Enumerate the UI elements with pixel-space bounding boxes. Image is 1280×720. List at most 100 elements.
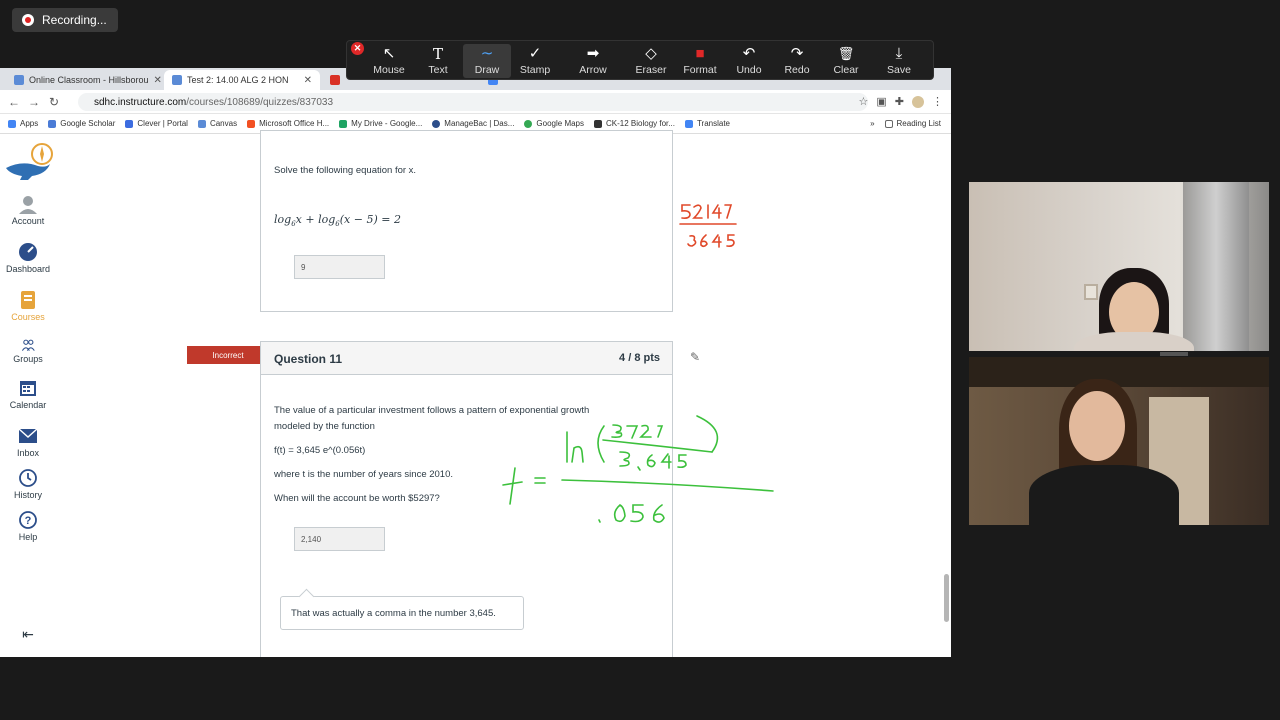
arrow-icon: ➡ xyxy=(586,45,600,62)
participant-shirt xyxy=(1074,332,1194,351)
redo-icon: ↷ xyxy=(790,45,804,62)
groups-icon xyxy=(21,339,35,351)
browser-window: Online Classroom - Hillsborou ✕ Test 2: … xyxy=(0,68,951,657)
tool-mouse[interactable]: ↖ Mouse xyxy=(365,44,413,76)
collapse-nav-icon[interactable]: ⇤ xyxy=(0,626,56,643)
lamp-logo-icon xyxy=(6,143,53,180)
text-icon: T xyxy=(432,45,443,63)
question-11-text-line4: When will the account be worth $5297? xyxy=(274,493,440,504)
question-11-text-line3: where t is the number of years since 201… xyxy=(274,469,454,480)
recording-indicator[interactable]: Recording... xyxy=(12,8,118,32)
checkmark-stamp-icon: ✓ xyxy=(528,45,542,62)
address-bar-actions: ☆ ▣ ✚ ⋮ xyxy=(859,95,943,108)
avatar[interactable] xyxy=(912,95,924,108)
tab-test-2[interactable]: Test 2: 14.00 ALG 2 HON ✕ xyxy=(164,70,320,90)
recording-label: Recording... xyxy=(42,13,107,27)
bookmark-google-maps[interactable]: Google Maps xyxy=(524,119,584,128)
maps-pin-icon xyxy=(524,119,533,128)
question-11-points: 4 / 8 pts xyxy=(619,352,660,364)
tool-redo[interactable]: ↷ Redo xyxy=(773,44,821,76)
dashboard-icon xyxy=(19,243,37,261)
bookmark-ck12[interactable]: CK-12 Biology for... xyxy=(594,119,675,128)
tool-stamp[interactable]: ✓ Stamp xyxy=(511,44,559,76)
svg-text:?: ? xyxy=(25,515,32,527)
incorrect-badge: Incorrect xyxy=(187,346,269,364)
nav-history[interactable]: History xyxy=(0,468,56,500)
question-10-card: Solve the following equation for x. log6… xyxy=(260,130,673,312)
participant-sweater xyxy=(1029,465,1179,525)
question-10-answer: 9 xyxy=(294,255,385,279)
question-10-equation: log6x + log6(x − 5) = 2 xyxy=(274,213,401,229)
translate-icon xyxy=(684,119,693,128)
calendar-icon xyxy=(20,381,36,396)
tool-clear[interactable]: 🗑 Clear xyxy=(822,44,870,76)
bookmark-microsoft-office[interactable]: Microsoft Office H... xyxy=(247,119,329,128)
tool-save[interactable]: ⤓ Save xyxy=(875,44,923,76)
participant-video-1[interactable] xyxy=(969,182,1269,351)
tab-title: Test 2: 14.00 ALG 2 HON xyxy=(187,75,289,85)
tool-eraser[interactable]: ◇ Eraser xyxy=(627,44,675,76)
nav-calendar[interactable]: Calendar xyxy=(0,378,56,410)
trash-icon: 🗑 xyxy=(837,46,855,61)
question-11-text-line2: modeled by the function xyxy=(274,421,375,432)
canvas-favicon-icon xyxy=(172,75,182,85)
gmail-favicon-icon xyxy=(330,75,340,85)
tool-text[interactable]: T Text xyxy=(414,44,462,76)
draw-squiggle-icon: ∼ xyxy=(480,45,494,62)
bookmark-managebac[interactable]: ManageBac | Das... xyxy=(432,119,514,128)
tool-arrow[interactable]: ➡ Arrow xyxy=(569,44,617,76)
nav-inbox[interactable]: Inbox xyxy=(0,426,56,458)
puzzle-icon[interactable]: ✚ xyxy=(895,95,904,108)
back-icon[interactable]: ← xyxy=(4,95,24,109)
video-divider-handle[interactable] xyxy=(1160,352,1188,356)
question-11-header: Question 11 4 / 8 pts xyxy=(260,341,673,375)
reload-icon[interactable]: ↻ xyxy=(44,95,64,109)
nav-dashboard[interactable]: Dashboard xyxy=(0,242,56,274)
bookmark-google-scholar[interactable]: Google Scholar xyxy=(48,119,115,128)
scholar-icon xyxy=(48,119,57,128)
bookmark-apps[interactable]: Apps xyxy=(8,119,38,128)
managebac-icon xyxy=(432,119,441,128)
participant-video-2[interactable] xyxy=(969,357,1269,525)
menu-icon[interactable]: ⋮ xyxy=(932,95,943,108)
canvas-logo[interactable] xyxy=(0,140,56,186)
question-11-text-line1: The value of a particular investment fol… xyxy=(274,405,590,416)
question-11-function: f(t) = 3,645 e^(0.056t) xyxy=(274,445,366,456)
address-bar-row: ← → ↻ sdhc.instructure.com/courses/10868… xyxy=(0,90,951,114)
save-download-icon: ⤓ xyxy=(895,45,903,62)
page-scrollbar[interactable] xyxy=(944,574,949,622)
help-question-icon: ? xyxy=(19,511,37,529)
tab-close-icon[interactable]: ✕ xyxy=(154,75,162,86)
nav-groups[interactable]: Groups xyxy=(0,338,56,364)
nav-courses[interactable]: Courses xyxy=(0,290,56,322)
nav-help[interactable]: ? Help xyxy=(0,510,56,542)
grader-comment: That was actually a comma in the number … xyxy=(280,596,524,630)
forward-icon[interactable]: → xyxy=(24,95,44,109)
star-icon[interactable]: ☆ xyxy=(859,95,869,108)
extension-icon[interactable]: ▣ xyxy=(876,95,886,108)
bookmarks-more[interactable]: » xyxy=(870,119,874,128)
url-field[interactable]: sdhc.instructure.com/courses/108689/quiz… xyxy=(78,93,868,111)
question-10-prompt: Solve the following equation for x. xyxy=(274,165,417,176)
tab-close-icon[interactable]: ✕ xyxy=(304,75,312,86)
tool-draw[interactable]: ∼ Draw xyxy=(463,44,511,78)
reading-list[interactable]: Reading List xyxy=(884,119,941,128)
record-icon xyxy=(22,14,34,26)
tab-title: Online Classroom - Hillsborou xyxy=(29,75,149,85)
question-11-answer: 2,140 xyxy=(294,527,385,551)
tab-online-classroom[interactable]: Online Classroom - Hillsborou ✕ xyxy=(6,70,164,90)
bookmark-clever[interactable]: Clever | Portal xyxy=(125,119,188,128)
bookmark-my-drive[interactable]: My Drive - Google... xyxy=(339,119,422,128)
bookmark-translate[interactable]: Translate xyxy=(684,119,730,128)
close-annotation-icon[interactable]: ✕ xyxy=(351,42,364,55)
tool-undo[interactable]: ↶ Undo xyxy=(725,44,773,76)
tool-format[interactable]: ■ Format xyxy=(676,44,724,76)
canvas-icon xyxy=(197,119,206,128)
drive-icon xyxy=(339,119,348,128)
ck12-icon xyxy=(594,119,603,128)
nav-account[interactable]: Account xyxy=(0,194,56,226)
bookmark-canvas[interactable]: Canvas xyxy=(197,119,237,128)
edit-pencil-icon[interactable]: ✎ xyxy=(690,350,700,364)
canvas-favicon-icon xyxy=(14,75,24,85)
reading-list-icon xyxy=(884,119,893,128)
